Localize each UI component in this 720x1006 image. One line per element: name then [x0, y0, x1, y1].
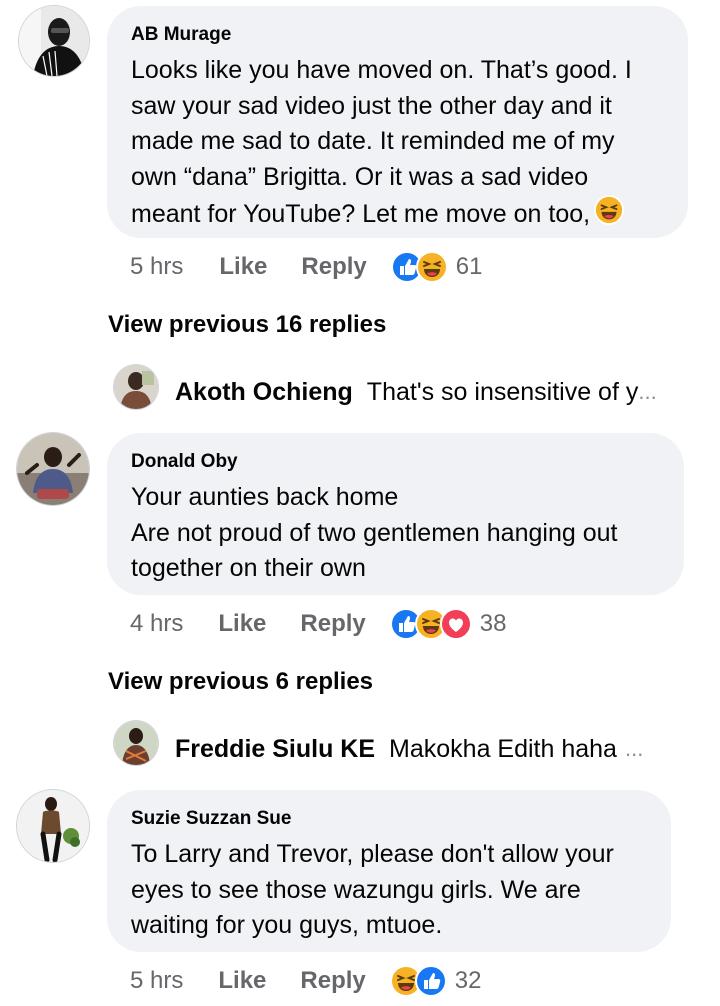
avatar[interactable]: [114, 721, 158, 765]
like-button[interactable]: Like: [218, 610, 266, 638]
view-previous-replies-link[interactable]: View previous 16 replies: [108, 311, 386, 339]
reply-button[interactable]: Reply: [300, 610, 365, 638]
reply-preview[interactable]: Freddie Siulu KE Makokha Edith haha...: [175, 725, 643, 773]
comment-text: Your aunties back home Are not proud of …: [131, 483, 618, 582]
reaction-count: 32: [454, 967, 482, 994]
reply-text: Makokha Edith haha: [389, 734, 617, 763]
comment-text-wrap: Looks like you have moved on. That’s goo…: [131, 53, 664, 236]
comment-time[interactable]: 4 hrs: [130, 610, 183, 638]
reply-author[interactable]: Freddie Siulu KE: [175, 735, 375, 764]
like-reaction-icon: [415, 965, 447, 997]
comment-bubble: AB Murage Looks like you have moved on. …: [107, 6, 688, 238]
avatar[interactable]: [114, 365, 158, 409]
avatar[interactable]: [19, 6, 89, 76]
reactions[interactable]: 61: [391, 251, 483, 283]
comment-text: To Larry and Trevor, please don't allow …: [131, 840, 614, 939]
comment-bubble: Donald Oby Your aunties back home Are no…: [107, 433, 684, 595]
reply-text: That's so insensitive of y: [366, 377, 639, 406]
comment-time[interactable]: 5 hrs: [130, 253, 183, 281]
avatar[interactable]: [17, 433, 89, 505]
avatar[interactable]: [17, 790, 89, 862]
haha-reaction-icon: [416, 251, 448, 283]
comment-bubble: Suzie Suzzan Sue To Larry and Trevor, pl…: [107, 790, 671, 952]
comment-author[interactable]: Donald Oby: [131, 451, 660, 473]
comment-actions: 5 hrs Like Reply 32: [130, 964, 481, 998]
comment-actions: 5 hrs Like Reply 61: [130, 250, 482, 284]
reply-author[interactable]: Akoth Ochieng: [175, 378, 353, 407]
comment-actions: 4 hrs Like Reply 38: [130, 607, 506, 641]
comment-text: Looks like you have moved on. That’s goo…: [131, 56, 632, 228]
comment-author[interactable]: Suzie Suzzan Sue: [131, 808, 647, 830]
reaction-count: 61: [455, 253, 483, 280]
reply-button[interactable]: Reply: [301, 253, 366, 281]
reactions[interactable]: 32: [390, 965, 482, 997]
like-button[interactable]: Like: [219, 253, 267, 281]
ellipsis: ...: [624, 736, 644, 761]
ellipsis: ...: [638, 379, 657, 404]
view-previous-replies-link[interactable]: View previous 6 replies: [108, 668, 373, 696]
grinning-squinting-face-icon: [594, 195, 624, 236]
reply-button[interactable]: Reply: [300, 967, 365, 995]
reactions[interactable]: 38: [390, 608, 507, 640]
reaction-count: 38: [479, 610, 507, 637]
comment-time[interactable]: 5 hrs: [130, 967, 183, 995]
reply-preview[interactable]: Akoth Ochieng That's so insensitive of y…: [175, 368, 657, 416]
like-button[interactable]: Like: [218, 967, 266, 995]
comment-author[interactable]: AB Murage: [131, 24, 664, 46]
love-reaction-icon: [440, 608, 472, 640]
